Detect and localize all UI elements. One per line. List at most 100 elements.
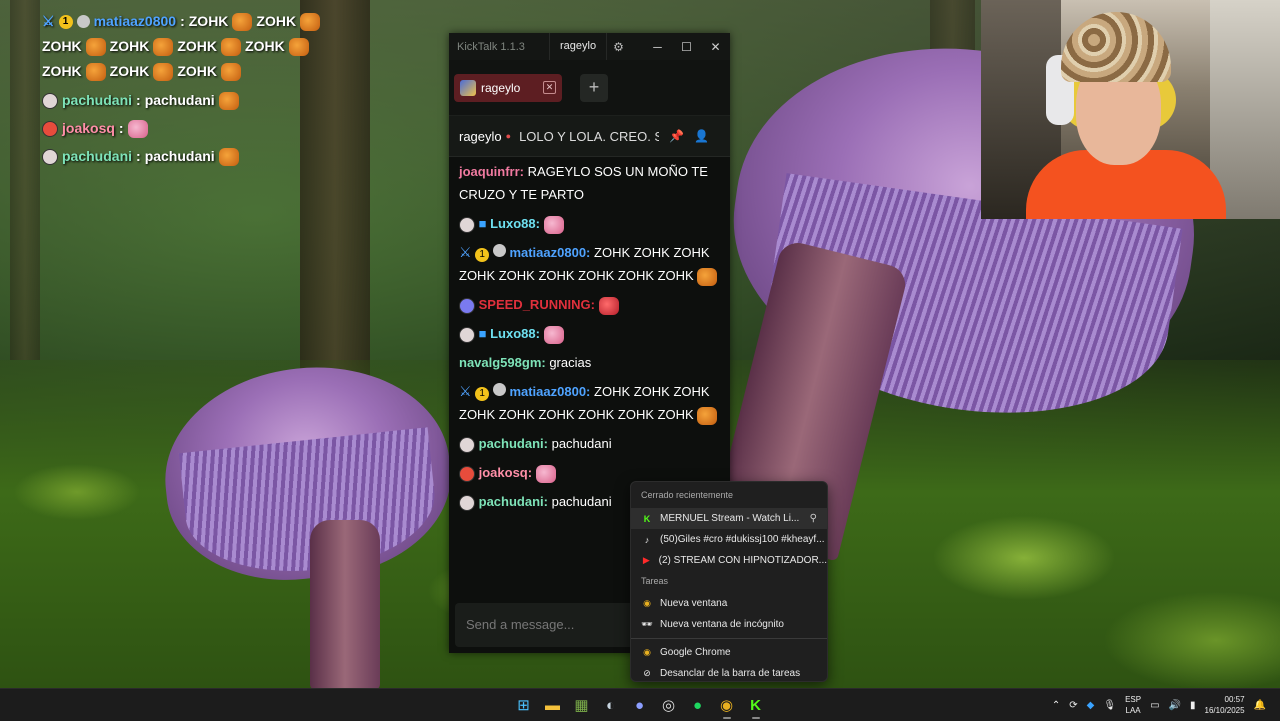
zohk-emote-icon	[218, 147, 239, 166]
overlay-message: pachudani	[144, 148, 215, 164]
message-username[interactable]: joakosq:	[479, 465, 532, 480]
microphone-icon[interactable]: 🎙	[1103, 700, 1116, 711]
recent-item[interactable]: ▶ (2) STREAM CON HIPNOTIZADOR...	[631, 550, 827, 571]
keyboard-layout: LAA	[1125, 706, 1141, 715]
message-username[interactable]: joaquinfrr:	[459, 164, 524, 179]
kick-icon: K	[643, 513, 651, 524]
open-chrome-item[interactable]: ◉ Google Chrome	[631, 642, 827, 663]
maximize-icon[interactable]: ☐	[672, 40, 701, 54]
chevron-up-icon[interactable]: ⌃	[1052, 700, 1060, 711]
sword-badge-icon: ⚔	[459, 244, 472, 260]
message-username[interactable]: pachudani:	[479, 436, 548, 451]
user-avatar-badge-icon	[459, 465, 475, 482]
kicktalk-titlebar[interactable]: KickTalk 1.1.3 rageylo ⚙ ─ ☐ ✕	[449, 33, 730, 60]
notification-icon[interactable]: 🔔	[1254, 700, 1266, 711]
add-chatroom-button[interactable]: +	[580, 73, 608, 102]
heart-emote-icon	[543, 325, 564, 344]
overlay-message: ZOHK	[177, 63, 218, 79]
clock-time: 00:57	[1224, 695, 1245, 704]
network-icon[interactable]: ▭	[1150, 700, 1159, 711]
recent-item[interactable]: K MERNUEL Stream - Watch Li... ⚲	[631, 508, 827, 529]
cube-badge-icon: ■	[478, 326, 487, 341]
user-avatar-badge-icon	[459, 216, 475, 233]
minimize-icon[interactable]: ─	[643, 40, 672, 54]
task-item-label: Nueva ventana de incógnito	[660, 619, 784, 630]
message-text: pachudani	[551, 436, 612, 451]
close-icon[interactable]: ✕	[701, 40, 730, 54]
recent-item-label: (2) STREAM CON HIPNOTIZADOR...	[658, 555, 827, 566]
zohk-emote-icon	[221, 62, 242, 81]
zohk-emote-icon	[153, 37, 174, 56]
unpin-item[interactable]: ⊘ Desanclar de la barra de tareas	[631, 663, 827, 684]
settings-gear-icon[interactable]: ⚙	[613, 40, 624, 54]
message-username[interactable]: pachudani:	[479, 494, 548, 509]
overlay-chat-line: pachudani: pachudani	[42, 88, 362, 113]
minecraft-icon[interactable]: ▦	[567, 689, 596, 721]
overlay-message: ZOHK	[109, 63, 150, 79]
pin-icon[interactable]: 📌	[669, 129, 684, 143]
kicktalk-icon[interactable]: K	[741, 689, 770, 721]
file-explorer-icon[interactable]: ▬	[538, 689, 567, 721]
spotify-icon[interactable]: ●	[683, 689, 712, 721]
recent-item-label: MERNUEL Stream - Watch Li...	[660, 513, 800, 524]
task-item-label: Nueva ventana	[660, 598, 728, 609]
language-code: ESP	[1125, 695, 1142, 704]
subscriber-badge-icon: 1	[475, 248, 490, 262]
overlay-chat-line: ZOHK ZOHK ZOHK ZOHK	[42, 34, 362, 59]
chrome-icon: ◉	[643, 647, 651, 657]
zohk-emote-icon	[153, 62, 174, 81]
message-text: pachudani	[551, 494, 612, 509]
stream-title: LOLO Y LOLA. CREO. S...	[519, 128, 660, 144]
wallpaper-mushroom-small-stem	[310, 520, 380, 690]
overlay-message: pachudani	[144, 92, 215, 108]
webcam-feed	[981, 0, 1280, 219]
user-avatar-badge-icon	[459, 297, 475, 314]
steam-icon[interactable]: ◐	[596, 689, 625, 721]
close-tab-icon[interactable]: ✕	[543, 81, 556, 94]
obs-icon[interactable]: ◎	[654, 689, 683, 721]
message-text: gracias	[549, 355, 592, 370]
overlay-message: ZOHK	[42, 38, 82, 54]
message-username[interactable]: matiaaz0800:	[509, 384, 590, 399]
security-icon[interactable]: ◆	[1087, 700, 1095, 711]
channel-name[interactable]: rageylo	[459, 129, 502, 144]
subscriber-badge-icon: 1	[475, 387, 490, 401]
volume-icon[interactable]: 🔊	[1169, 700, 1181, 711]
user-icon[interactable]: 👤	[694, 129, 709, 143]
message-username[interactable]: Luxo88:	[490, 326, 540, 341]
wallpaper-tree	[10, 0, 40, 360]
start-windows-icon[interactable]: ⊞	[509, 689, 538, 721]
incognito-icon: 🕶	[641, 619, 653, 629]
pin-icon[interactable]: ⚲	[810, 513, 817, 524]
overlay-username: pachudani	[62, 92, 133, 108]
sword-badge-icon: ⚔	[42, 13, 55, 29]
clock-date: 16/10/2025	[1204, 706, 1245, 715]
recently-closed-header: Cerrado recientemente	[641, 490, 734, 500]
language-indicator[interactable]: ESP LAA	[1125, 694, 1141, 716]
zohk-emote-icon	[85, 37, 106, 56]
tab-rageylo[interactable]: rageylo ✕	[454, 73, 562, 102]
overlay-message: ZOHK	[109, 38, 150, 54]
youtube-icon: ▶	[642, 555, 650, 565]
titlebar-username[interactable]: rageylo	[549, 33, 608, 60]
chrome-icon[interactable]: ◉	[712, 689, 741, 721]
task-item[interactable]: ◉ Nueva ventana	[631, 593, 827, 614]
webcam-streamer-hat	[1061, 12, 1171, 82]
zohk-emote-icon	[218, 91, 239, 110]
task-item[interactable]: 🕶 Nueva ventana de incógnito	[631, 614, 827, 635]
window-controls: ─ ☐ ✕	[643, 40, 730, 54]
recent-item[interactable]: ♪ (50)Giles #cro #dukissj100 #kheayf...	[631, 529, 827, 550]
clock[interactable]: 00:57 16/10/2025	[1205, 694, 1245, 716]
message-username[interactable]: Luxo88:	[490, 216, 540, 231]
sword-badge-icon: ⚔	[459, 383, 472, 399]
battery-icon[interactable]: ▮	[1190, 700, 1196, 711]
chat-message: ■ Luxo88:	[459, 321, 720, 350]
heart-emote-icon	[127, 119, 148, 138]
message-username[interactable]: navalg598gm:	[459, 355, 546, 370]
zohk-emote-icon	[697, 267, 718, 286]
message-username[interactable]: matiaaz0800:	[509, 245, 590, 260]
sync-icon[interactable]: ⟳	[1069, 700, 1077, 711]
cube-badge-icon: ■	[478, 216, 487, 231]
message-username[interactable]: SPEED_RUNNING:	[479, 297, 595, 312]
discord-icon[interactable]: ●	[625, 689, 654, 721]
